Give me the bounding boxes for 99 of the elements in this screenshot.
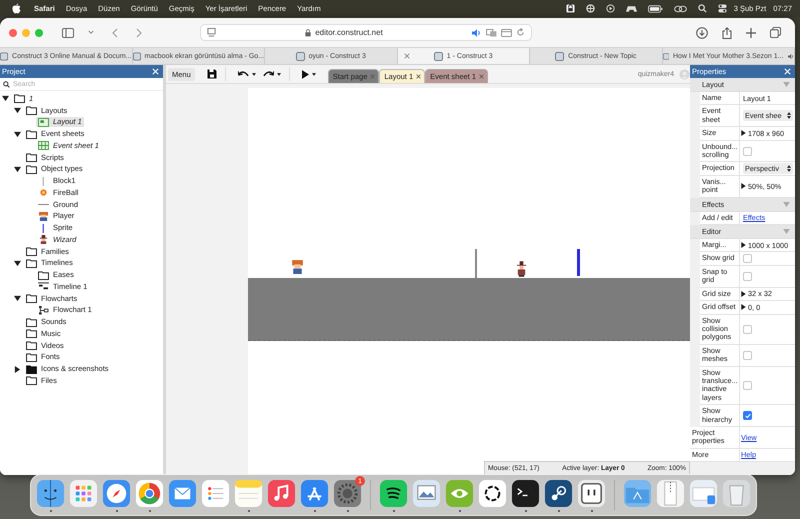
speaker-icon[interactable] <box>472 28 482 36</box>
compass-icon[interactable] <box>102 478 131 508</box>
caret-icon[interactable] <box>276 72 281 76</box>
box-face-icon[interactable] <box>577 478 606 508</box>
sidebar-icon[interactable] <box>62 28 74 38</box>
folder-icon <box>26 106 37 116</box>
caret-icon[interactable] <box>252 72 256 76</box>
gear-icon[interactable] <box>333 478 362 508</box>
search-icon <box>3 80 10 88</box>
folder-icon <box>14 94 25 104</box>
tab-overview-icon[interactable] <box>770 27 781 38</box>
checkbox[interactable] <box>743 350 752 360</box>
expanded-arrow-icon[interactable] <box>14 130 21 138</box>
play-icon[interactable] <box>302 70 309 78</box>
grid-sheet-icon <box>38 141 49 150</box>
folder-icon <box>38 270 49 280</box>
ring-icon[interactable] <box>135 478 164 508</box>
checkbox[interactable] <box>743 254 752 264</box>
back-icon[interactable] <box>112 28 118 38</box>
reload-icon[interactable] <box>516 28 525 37</box>
address-bar[interactable]: editor.construct.net <box>200 24 532 41</box>
chain-link-icon[interactable] <box>674 4 687 12</box>
plus-icon[interactable] <box>746 28 756 38</box>
speaker-icon[interactable] <box>788 52 794 60</box>
pencil-ruler-icon[interactable] <box>300 478 329 508</box>
close-icon[interactable] <box>416 74 422 79</box>
folder-icon <box>26 352 37 362</box>
layout-icon <box>38 118 49 127</box>
share-icon[interactable] <box>722 26 732 38</box>
expanded-arrow-icon[interactable] <box>2 95 9 102</box>
lock-icon <box>305 28 312 36</box>
redo-icon[interactable] <box>262 70 274 78</box>
globe-icon[interactable] <box>586 4 595 13</box>
terminal-icon[interactable] <box>511 478 540 508</box>
music-note-icon[interactable] <box>267 478 296 508</box>
folder-icon <box>26 247 37 256</box>
expand-arrow-icon[interactable] <box>741 183 746 190</box>
expanded-arrow-icon[interactable] <box>14 166 21 173</box>
checkbox[interactable] <box>743 146 752 156</box>
folder-icon <box>26 364 37 374</box>
checkbox[interactable] <box>743 411 752 420</box>
updown-arrows-icon <box>787 165 791 172</box>
expand-arrow-icon[interactable] <box>741 290 746 297</box>
envelope-icon[interactable] <box>168 478 197 508</box>
expanded-arrow-icon[interactable] <box>14 260 21 267</box>
save-icon[interactable] <box>206 69 217 79</box>
forward-icon[interactable] <box>136 28 142 38</box>
undo-icon[interactable] <box>238 70 249 78</box>
download-icon[interactable] <box>696 26 708 38</box>
player-sprite[interactable] <box>290 259 305 274</box>
battery-icon[interactable] <box>648 4 663 12</box>
toggles-icon[interactable] <box>718 4 727 13</box>
expanded-arrow-icon[interactable] <box>14 295 21 302</box>
apple-logo-icon[interactable] <box>12 3 21 14</box>
folder-icon <box>26 318 37 327</box>
fireball-icon <box>38 188 49 198</box>
folder-icon <box>26 376 37 386</box>
folder-icon <box>26 153 37 162</box>
close-window-icon[interactable] <box>9 28 17 36</box>
wizard-sprite-icon <box>38 235 49 244</box>
bag-icon[interactable] <box>566 4 575 13</box>
caret-icon[interactable] <box>312 72 316 76</box>
gamepad-icon[interactable] <box>626 4 637 12</box>
translate-icon[interactable] <box>486 28 497 36</box>
expand-arrow-icon[interactable] <box>741 304 746 310</box>
collapsed-arrow-icon[interactable] <box>14 366 21 373</box>
favicon-icon <box>296 52 305 60</box>
photo-icon[interactable] <box>412 478 441 508</box>
folder-icon <box>26 341 37 350</box>
play-icon[interactable] <box>606 4 615 13</box>
chevron-down-icon[interactable] <box>88 30 94 35</box>
expand-arrow-icon[interactable] <box>741 130 746 136</box>
face-icon[interactable] <box>36 478 65 508</box>
grid-icon[interactable] <box>69 478 98 508</box>
folder-icon <box>26 164 37 174</box>
character-sprite-icon <box>38 212 49 221</box>
wizard-sprite[interactable] <box>516 261 527 277</box>
sound-waves-icon[interactable] <box>379 478 408 508</box>
folder-icon <box>26 130 37 139</box>
timeline-icon <box>38 282 49 292</box>
checkbox[interactable] <box>743 380 752 390</box>
page-icon <box>207 28 216 37</box>
favicon-icon <box>555 52 564 60</box>
search-icon[interactable] <box>698 4 707 13</box>
updown-arrows-icon <box>787 112 791 120</box>
flowchart-icon <box>38 306 49 315</box>
expand-arrow-icon[interactable] <box>741 242 746 248</box>
favicon-icon <box>662 52 669 60</box>
close-icon[interactable] <box>404 53 410 59</box>
reader-icon[interactable] <box>501 28 512 36</box>
close-icon[interactable] <box>479 74 484 79</box>
folder-icon <box>26 258 37 268</box>
expanded-arrow-icon[interactable] <box>14 107 21 114</box>
screenshot-icon[interactable] <box>689 478 718 508</box>
checkbox[interactable] <box>743 272 752 281</box>
folder-icon <box>26 329 37 338</box>
checkbox[interactable] <box>743 324 752 334</box>
favicon-icon <box>434 52 443 60</box>
folder-icon <box>26 294 37 304</box>
